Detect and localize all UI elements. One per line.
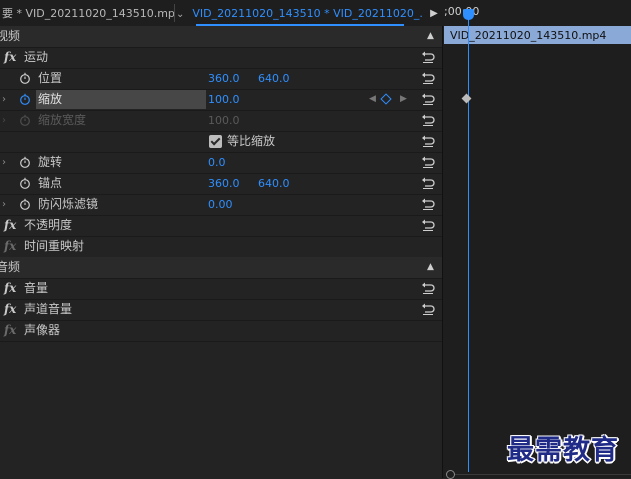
reset-icon[interactable] (420, 302, 436, 316)
position-x-value[interactable]: 360.0 (208, 68, 240, 89)
stopwatch-icon[interactable] (19, 156, 31, 168)
fx-icon[interactable]: fx (4, 299, 16, 320)
reset-icon[interactable] (420, 155, 436, 169)
stopwatch-icon[interactable] (19, 198, 31, 210)
property-row-anchor-point[interactable]: 锚点 360.0 640.0 (0, 173, 442, 195)
stopwatch-icon[interactable] (19, 177, 31, 189)
scale-label: 缩放 (38, 92, 63, 106)
uniform-scale-checkbox[interactable] (209, 135, 222, 148)
reset-icon[interactable] (420, 197, 436, 211)
time-remapping-label: 时间重映射 (24, 239, 85, 253)
playhead-handle[interactable] (463, 9, 474, 20)
property-row-scale-width[interactable]: › 缩放宽度 100.0 (0, 110, 442, 132)
channel-volume-label: 声道音量 (24, 302, 73, 316)
chevron-right-icon[interactable]: › (2, 89, 6, 110)
reset-icon[interactable] (420, 281, 436, 295)
play-only-clip-icon[interactable]: ▶ (428, 0, 440, 26)
effect-row-channel-volume[interactable]: fx 声道音量 (0, 299, 442, 321)
collapse-up-icon[interactable]: ▲ (427, 26, 434, 47)
fx-icon[interactable]: fx (4, 215, 16, 236)
playhead-line[interactable] (468, 14, 469, 472)
timeline-area[interactable] (442, 26, 631, 478)
chevron-down-icon[interactable]: ⌄ (176, 9, 184, 20)
property-row-anti-flicker[interactable]: › 防闪烁滤镜 0.00 (0, 194, 442, 216)
anchor-x-value[interactable]: 360.0 (208, 173, 240, 194)
volume-label: 音量 (24, 281, 49, 295)
reset-icon[interactable] (420, 92, 436, 106)
source-tab[interactable]: 要 * VID_20211020_143510.mp4 (0, 0, 174, 26)
effect-row-time-remapping[interactable]: fx 时间重映射 (0, 236, 442, 258)
reset-icon[interactable] (420, 71, 436, 85)
effect-row-panner[interactable]: fx 声像器 (0, 320, 442, 342)
timecode-label: ;00:00 (444, 5, 480, 18)
fx-icon: fx (4, 239, 17, 253)
opacity-label: 不透明度 (24, 218, 73, 232)
chevron-right-icon[interactable]: › (2, 110, 6, 131)
next-keyframe-icon[interactable]: ▶ (400, 89, 407, 110)
anti-flicker-label: 防闪烁滤镜 (38, 197, 99, 211)
effect-controls-sequence-tab[interactable]: ⌄ VID_20211020_143510 * VID_20211020_... (176, 0, 424, 26)
watermark-logo: 最需教育 (507, 435, 619, 466)
effect-row-opacity[interactable]: fx 不透明度 (0, 215, 442, 237)
scale-width-value: 100.0 (208, 114, 240, 127)
timeline-clip[interactable]: VID_20211020_143510.mp4 (444, 26, 631, 44)
video-section-header[interactable]: 视频 (0, 26, 442, 48)
stopwatch-icon[interactable] (19, 72, 31, 84)
tab-divider (174, 4, 175, 22)
rotation-label: 旋转 (38, 155, 63, 169)
fx-icon[interactable]: fx (4, 278, 16, 299)
effect-controls-panel: 视频 fx 运动 位置 360.0 640.0 › 缩放 100.0 ◀ ▶ ›… (0, 26, 442, 478)
scale-width-label: 缩放宽度 (38, 113, 87, 127)
property-row-rotation[interactable]: › 旋转 0.0 (0, 152, 442, 174)
audio-section-title: 音频 (0, 260, 21, 274)
position-label: 位置 (38, 71, 63, 85)
motion-label: 运动 (24, 50, 49, 64)
anchor-point-label: 锚点 (38, 176, 63, 190)
stopwatch-icon (20, 114, 30, 126)
reset-icon[interactable] (420, 218, 436, 232)
anchor-y-value[interactable]: 640.0 (258, 173, 290, 194)
anti-flicker-value[interactable]: 0.00 (208, 194, 233, 215)
fx-icon: fx (4, 323, 17, 337)
stopwatch-active-icon[interactable] (19, 93, 31, 105)
property-row-uniform-scale[interactable]: 等比缩放 (0, 131, 442, 153)
scale-value[interactable]: 100.0 (208, 89, 240, 110)
property-row-scale[interactable]: › 缩放 100.0 ◀ ▶ (0, 89, 442, 111)
reset-icon[interactable] (420, 134, 436, 148)
effect-row-volume[interactable]: fx 音量 (0, 278, 442, 300)
audio-section-header[interactable]: 音频 ▲ (0, 257, 442, 279)
effect-row-motion[interactable]: fx 运动 (0, 47, 442, 69)
reset-icon[interactable] (420, 176, 436, 190)
panel-divider[interactable] (442, 26, 443, 478)
position-y-value[interactable]: 640.0 (258, 68, 290, 89)
collapse-up-icon[interactable]: ▲ (427, 257, 434, 278)
reset-icon[interactable] (420, 50, 436, 64)
previous-keyframe-icon[interactable]: ◀ (369, 89, 376, 110)
fx-icon[interactable]: fx (4, 47, 16, 68)
add-keyframe-icon[interactable] (380, 93, 392, 105)
property-row-position[interactable]: 位置 360.0 640.0 (0, 68, 442, 90)
rotation-value[interactable]: 0.0 (208, 152, 226, 173)
zoom-scrollbar[interactable] (455, 474, 631, 475)
video-section-title: 视频 (0, 29, 21, 43)
chevron-right-icon[interactable]: › (2, 194, 6, 215)
reset-icon[interactable] (420, 113, 436, 127)
panner-label: 声像器 (24, 323, 61, 337)
active-tab-label: VID_20211020_143510 * VID_20211020_... (192, 7, 424, 20)
chevron-right-icon[interactable]: › (2, 152, 6, 173)
uniform-scale-label: 等比缩放 (227, 134, 276, 148)
